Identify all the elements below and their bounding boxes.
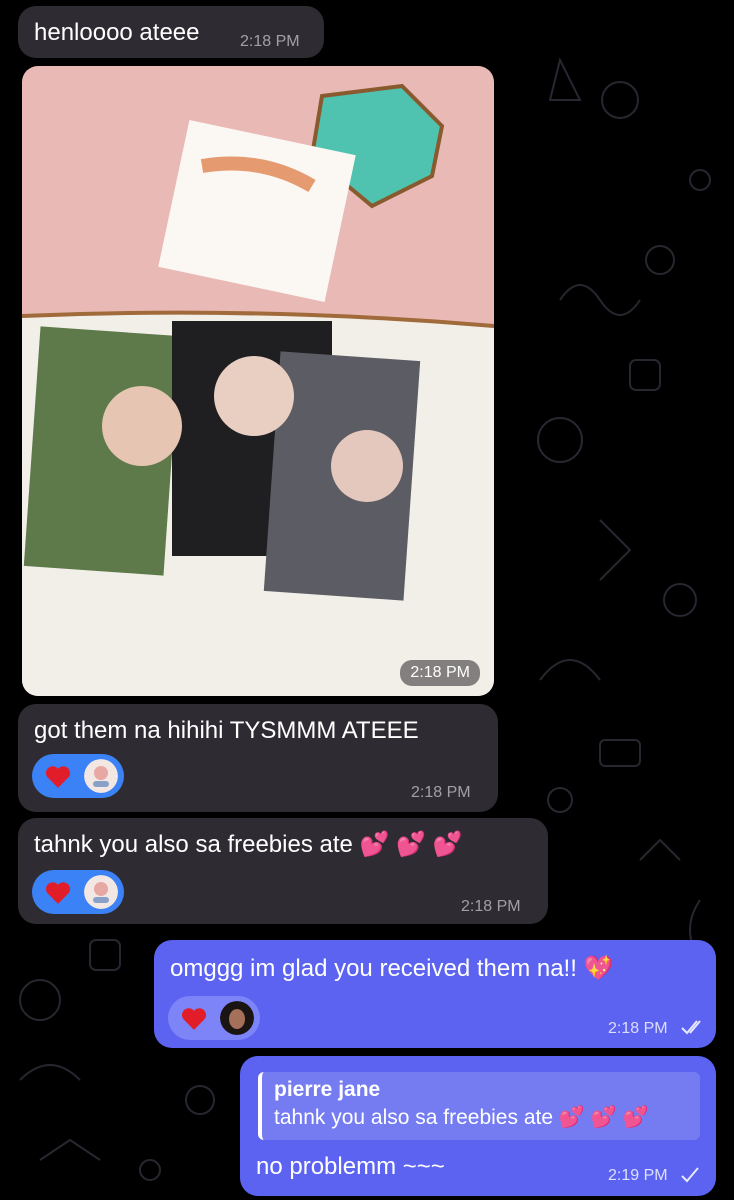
heart-icon [38, 874, 78, 910]
message-text: no problemm ~~~ [256, 1153, 445, 1180]
reply-text: tahnk you also sa freebies ate 💕 💕 💕 [274, 1106, 649, 1129]
double-check-icon [680, 1018, 706, 1041]
message-text: henloooo ateee [34, 19, 200, 46]
photo-time: 2:18 PM [400, 660, 480, 686]
reaction-chip[interactable] [32, 870, 124, 914]
avatar [84, 875, 118, 909]
heart-icon [38, 758, 78, 794]
reaction-chip[interactable] [32, 754, 124, 798]
message-time: 2:18 PM [608, 1020, 668, 1037]
incoming-message[interactable]: tahnk you also sa freebies ate 💕 💕 💕 2:1… [18, 818, 548, 924]
photo-message[interactable]: 2:18 PM [22, 66, 494, 696]
avatar [220, 1001, 254, 1035]
reaction-chip[interactable] [168, 996, 260, 1040]
message-time: 2:18 PM [411, 784, 471, 801]
message-time: 2:18 PM [461, 898, 521, 915]
outgoing-message[interactable]: omggg im glad you received them na!! 💖 2… [154, 940, 716, 1048]
photocards-image [22, 66, 494, 696]
message-time: 2:18 PM [240, 33, 300, 50]
message-text: omggg im glad you received them na!! 💖 [170, 955, 614, 982]
message-text: got them na hihihi TYSMMM ATEEE [34, 717, 419, 744]
reply-preview[interactable]: pierre jane tahnk you also sa freebies a… [258, 1072, 700, 1140]
message-time: 2:19 PM [608, 1167, 668, 1184]
heart-icon [174, 1000, 214, 1036]
reply-author: pierre jane [274, 1078, 381, 1101]
incoming-message[interactable]: got them na hihihi TYSMMM ATEEE 2:18 PM [18, 704, 498, 812]
message-text: tahnk you also sa freebies ate 💕 💕 💕 [34, 831, 463, 858]
avatar [84, 759, 118, 793]
check-icon [680, 1166, 700, 1189]
incoming-message[interactable]: henloooo ateee 2:18 PM [18, 6, 324, 58]
